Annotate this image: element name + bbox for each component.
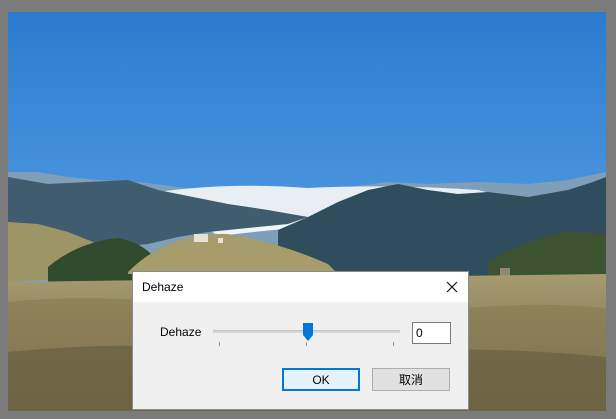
slider-thumb[interactable] [303,323,313,341]
slider-tick [219,342,220,346]
dehaze-slider-label: Dehaze [160,325,202,339]
dehaze-slider[interactable] [213,322,400,348]
dehaze-value-input[interactable] [412,322,451,344]
dialog-titlebar[interactable]: Dehaze [133,272,468,302]
close-button[interactable] [442,277,462,297]
ok-button[interactable]: OK [282,368,360,391]
close-icon [446,281,458,293]
slider-tick [393,342,394,346]
slider-tick [306,342,307,346]
dialog-title: Dehaze [142,280,184,294]
dehaze-dialog: Dehaze Dehaze OK 取消 [132,271,469,410]
cancel-button[interactable]: 取消 [372,368,450,391]
